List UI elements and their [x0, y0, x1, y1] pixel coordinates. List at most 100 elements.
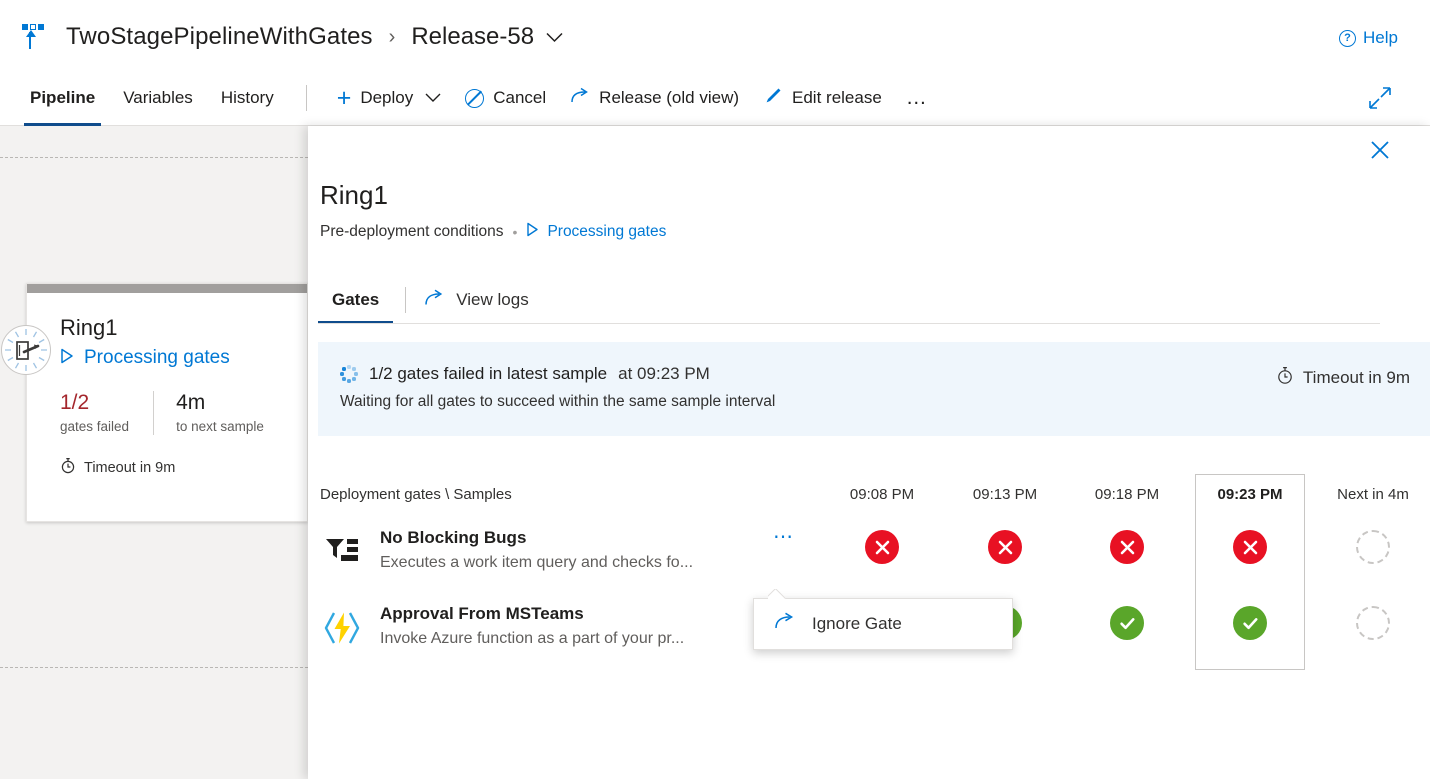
- panel-subtitle-status-link[interactable]: Processing gates: [526, 222, 666, 242]
- panel-title: Ring1: [320, 180, 388, 210]
- metric-gates-failed-caption: gates failed: [60, 419, 130, 434]
- stage-card-status-label: Processing gates: [84, 347, 230, 368]
- sample-status-pending: [1356, 606, 1390, 640]
- toolbar-overflow-button[interactable]: …: [894, 78, 942, 118]
- triangle-right-icon: [60, 348, 74, 369]
- help-label: Help: [1363, 28, 1398, 47]
- work-item-query-icon: [320, 530, 364, 574]
- gates-table-header: Deployment gates \ Samples 09:08 PM 09:1…: [318, 476, 1430, 516]
- metric-next-sample: 4m to next sample: [176, 391, 264, 434]
- gate-context-menu: Ignore Gate: [753, 598, 1013, 650]
- question-circle-icon: ?: [1339, 29, 1357, 47]
- sample-status-fail: [1233, 530, 1267, 564]
- tab-variables-label: Variables: [123, 88, 193, 107]
- panel-tabs-divider: [405, 287, 407, 313]
- gates-status-banner: 1/2 gates failed in latest sample at 09:…: [318, 342, 1430, 436]
- ban-circle-icon: [465, 88, 485, 108]
- gate-overflow-button[interactable]: ⋯: [773, 527, 796, 547]
- metric-gates-failed: 1/2 gates failed: [60, 391, 129, 434]
- tab-history-label: History: [220, 88, 274, 107]
- column-header-next: Next in 4m: [1337, 486, 1409, 503]
- sample-status-pending: [1356, 530, 1390, 564]
- release-pipeline-icon: [22, 22, 48, 52]
- metric-next-sample-value: 4m: [176, 391, 206, 414]
- stage-card-metrics: 1/2 gates failed 4m to next sample: [60, 391, 307, 435]
- sample-status-fail: [1110, 530, 1144, 564]
- pencil-icon: [763, 86, 783, 111]
- column-header-0923pm: 09:23 PM: [1217, 486, 1283, 503]
- column-header-0913pm: 09:13 PM: [972, 486, 1038, 503]
- gates-table-row-header: Deployment gates \ Samples: [320, 486, 512, 503]
- sample-status-pass: [1110, 606, 1144, 640]
- toolbar: Pipeline Variables History + Deploy Canc…: [0, 70, 1430, 126]
- plus-icon: +: [336, 83, 352, 112]
- tab-history[interactable]: History: [207, 70, 288, 126]
- stage-card-status-bar: [27, 284, 307, 293]
- chevron-down-icon[interactable]: [546, 32, 563, 43]
- table-row[interactable]: No Blocking Bugs Executes a work item qu…: [318, 516, 1430, 592]
- app-header: TwoStagePipelineWithGates › Release-58 ?…: [0, 0, 1430, 70]
- help-button[interactable]: ? Help: [1339, 28, 1398, 48]
- more-horizontal-icon: …: [905, 86, 930, 109]
- release-old-view-button[interactable]: Release (old view): [558, 78, 751, 118]
- breadcrumb: TwoStagePipelineWithGates › Release-58: [22, 22, 563, 52]
- cancel-button[interactable]: Cancel: [453, 78, 558, 118]
- stage-card-status[interactable]: Processing gates: [60, 347, 307, 369]
- open-external-icon: [570, 87, 590, 110]
- gate-description: Executes a work item query and checks fo…: [380, 554, 694, 571]
- banner-timeout-label: Timeout in 9m: [1302, 368, 1410, 387]
- view-logs-button[interactable]: View logs: [418, 289, 534, 312]
- gate-clock-icon: [1, 325, 51, 375]
- ignore-gate-icon: [774, 612, 796, 636]
- cancel-label: Cancel: [493, 88, 547, 107]
- breadcrumb-separator: ›: [388, 25, 396, 48]
- release-old-view-label: Release (old view): [599, 88, 740, 107]
- tab-pipeline-label: Pipeline: [30, 88, 96, 107]
- close-icon: [1370, 140, 1390, 165]
- close-panel-button[interactable]: [1366, 138, 1394, 166]
- triangle-right-icon: [526, 222, 539, 242]
- toolbar-divider: [305, 85, 307, 111]
- stage-card-timeout: Timeout in 9m: [60, 457, 307, 478]
- stage-card-name: Ring1: [60, 315, 118, 340]
- full-screen-icon: [1368, 87, 1392, 114]
- stopwatch-icon: [1276, 366, 1294, 390]
- pipeline-canvas: Ring1 Processing gates 1/2 gates failed …: [0, 126, 308, 779]
- metric-divider: [153, 391, 155, 435]
- banner-headline: 1/2 gates failed in latest sample: [369, 364, 608, 383]
- panel-subtitle-bullet: •: [512, 224, 518, 240]
- panel-tabs: Gates View logs: [318, 276, 535, 324]
- canvas-divider-bottom: [0, 667, 308, 668]
- banner-timestamp: at 09:23 PM: [618, 364, 710, 383]
- breadcrumb-pipeline-name[interactable]: TwoStagePipelineWithGates: [66, 23, 373, 51]
- tab-pipeline[interactable]: Pipeline: [16, 70, 109, 126]
- stage-card-timeout-label: Timeout in 9m: [84, 459, 176, 476]
- panel-subtitle-status-label: Processing gates: [547, 223, 667, 240]
- metric-gates-failed-value: 1/2: [60, 391, 90, 414]
- gate-name: Approval From MSTeams: [380, 604, 584, 623]
- tab-variables[interactable]: Variables: [109, 70, 207, 126]
- chevron-down-icon: [425, 93, 441, 103]
- edit-release-button[interactable]: Edit release: [751, 78, 894, 118]
- tab-gates-label: Gates: [332, 290, 380, 309]
- banner-subline: Waiting for all gates to succeed within …: [340, 393, 776, 410]
- canvas-divider-top: [0, 157, 308, 158]
- stopwatch-icon: [60, 457, 76, 478]
- callout-beak: [768, 589, 788, 599]
- gate-name: No Blocking Bugs: [380, 528, 527, 547]
- metric-next-sample-caption: to next sample: [176, 419, 264, 434]
- sample-status-fail: [988, 530, 1022, 564]
- full-screen-button[interactable]: [1368, 86, 1392, 115]
- open-external-icon: [424, 289, 445, 312]
- deploy-label: Deploy: [360, 88, 414, 107]
- gate-description: Invoke Azure function as a part of your …: [380, 630, 685, 647]
- stage-card-ring1[interactable]: Ring1 Processing gates 1/2 gates failed …: [1, 283, 308, 522]
- tab-gates[interactable]: Gates: [318, 276, 394, 324]
- breadcrumb-release-name[interactable]: Release-58: [411, 23, 534, 51]
- view-logs-label: View logs: [456, 290, 529, 309]
- ignore-gate-menu-item[interactable]: Ignore Gate: [812, 614, 902, 634]
- sample-status-fail: [865, 530, 899, 564]
- deploy-button[interactable]: + Deploy: [325, 78, 454, 118]
- stage-details-panel: Ring1 Pre-deployment conditions • Proces…: [308, 126, 1430, 779]
- panel-subtitle: Pre-deployment conditions • Processing g…: [320, 222, 666, 242]
